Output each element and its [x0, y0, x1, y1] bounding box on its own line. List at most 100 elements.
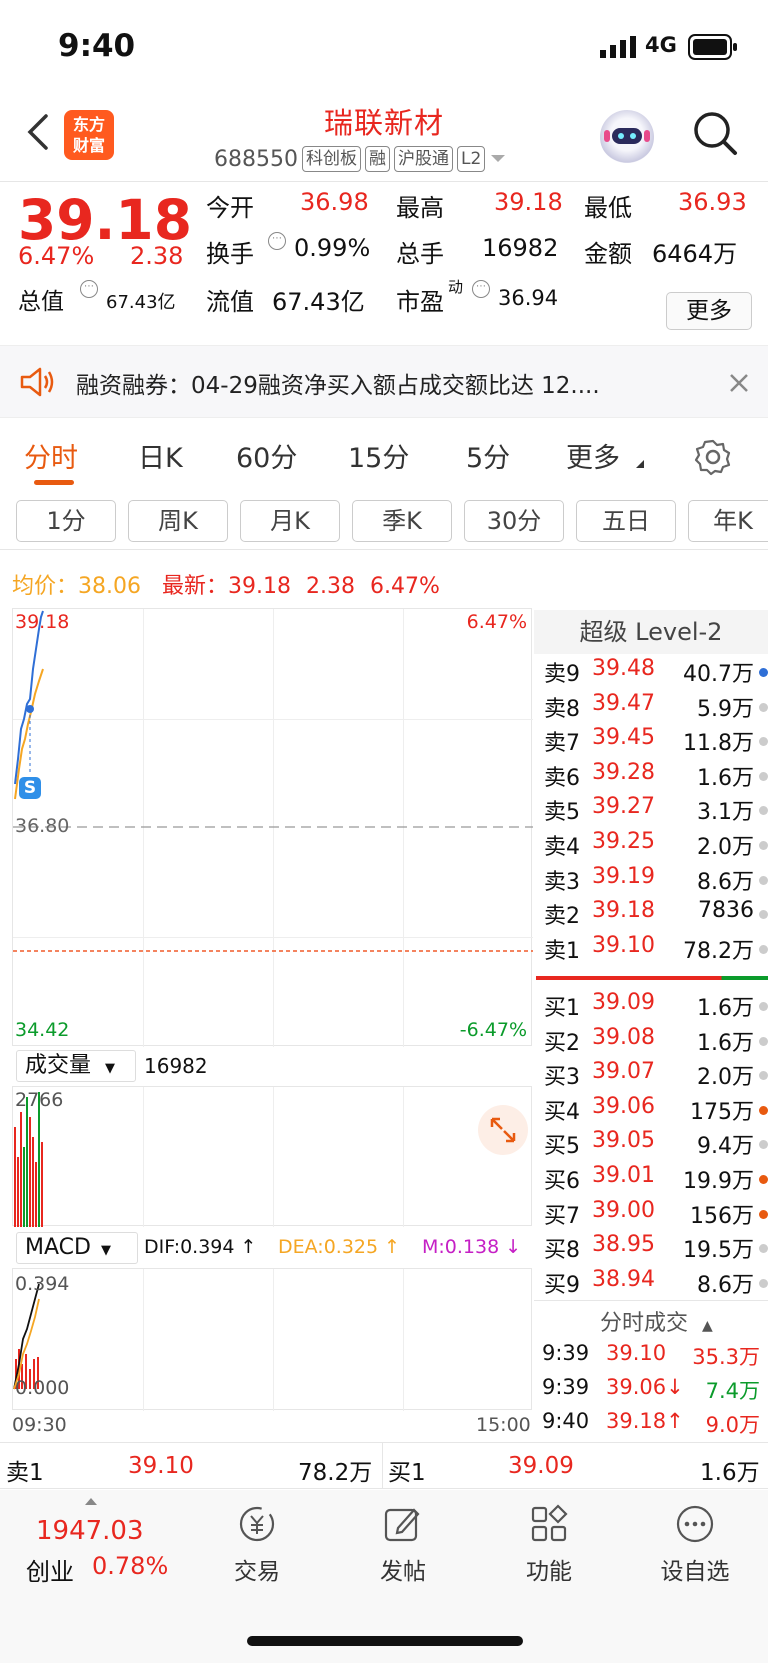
tab-15min[interactable]: 15分 — [348, 436, 409, 475]
bid-dot-icon — [759, 1244, 768, 1254]
ask-row[interactable]: 卖5 39.27 3.1万 — [544, 794, 768, 828]
bid-row[interactable]: 买1 39.09 1.6万 — [544, 990, 768, 1024]
chip-1min[interactable]: 1分 — [16, 500, 116, 542]
ask-dot-icon — [759, 771, 768, 781]
index-pct[interactable]: 0.78% — [92, 1552, 168, 1580]
bid-price: 39.09 — [592, 990, 655, 1015]
bid-level: 买5 — [544, 1134, 580, 1160]
macd-chart[interactable]: 0.394 0.000 — [12, 1268, 532, 1411]
s-badge-icon[interactable]: S — [19, 777, 41, 799]
tag-star-market: 科创板 — [301, 146, 361, 172]
bid-row[interactable]: 买4 39.06 175万 — [544, 1094, 768, 1128]
info-icon[interactable]: ⋯ — [268, 232, 286, 250]
ask-level: 卖7 — [544, 731, 580, 757]
more-button[interactable]: 更多 — [666, 292, 752, 330]
bid-row[interactable]: 买3 39.07 2.0万 — [544, 1059, 768, 1093]
pe-value: 36.94 — [498, 286, 559, 310]
price-chart[interactable]: S 39.18 6.47% 36.80 34.42 -6.47% — [12, 608, 533, 1047]
bid-price: 39.00 — [592, 1197, 655, 1223]
ask-row[interactable]: 卖2 39.18 7836 — [544, 898, 768, 932]
trade-row: 9:40 39.18↑ 9.0万 — [542, 1409, 766, 1437]
close-icon[interactable] — [728, 372, 750, 394]
tab-intraday[interactable]: 分时 — [24, 436, 78, 475]
bid-volume: 8.6万 — [697, 1272, 754, 1298]
latest-change: 2.38 — [306, 574, 355, 599]
info-icon[interactable]: ⋯ — [472, 280, 490, 298]
info-icon[interactable]: ⋯ — [80, 280, 98, 298]
float-value: 67.43亿 — [272, 288, 365, 316]
macd-selector[interactable]: MACD ▼ — [16, 1232, 138, 1264]
macd-dif: DIF:0.394 ↑ — [144, 1236, 257, 1258]
change-value: 2.38 — [130, 242, 184, 270]
pe-sup: 动 — [448, 278, 464, 296]
ask-row[interactable]: 卖4 39.25 2.0万 — [544, 829, 768, 863]
chevron-down-icon[interactable] — [489, 153, 507, 165]
volume-chart[interactable]: 2766 — [12, 1086, 532, 1227]
macd-top: 0.394 — [15, 1273, 70, 1295]
bid-row[interactable]: 买5 39.05 9.4万 — [544, 1128, 768, 1162]
chip-30min[interactable]: 30分 — [464, 500, 564, 542]
ask-row[interactable]: 卖1 39.10 78.2万 — [544, 933, 768, 967]
avg-value: 38.06 — [78, 574, 141, 599]
ask-price: 39.27 — [592, 794, 655, 820]
bid-row[interactable]: 买2 39.08 1.6万 — [544, 1025, 768, 1059]
ask-row[interactable]: 卖9 39.48 40.7万 — [544, 656, 768, 690]
chip-5day[interactable]: 五日 — [576, 500, 676, 542]
ask-volume: 2.0万 — [697, 835, 754, 860]
trade-volume: 7.4万 — [705, 1379, 760, 1403]
turnover-label: 换手 — [206, 240, 254, 268]
bid-dot-icon — [759, 1071, 768, 1081]
ask-volume: 1.6万 — [697, 765, 754, 791]
volume-max: 2766 — [15, 1089, 64, 1111]
ask-dot-icon — [759, 944, 768, 954]
more-dots-icon — [676, 1505, 714, 1543]
best-quote-bar: 卖1 39.10 78.2万 买1 39.09 1.6万 — [0, 1442, 768, 1489]
ask-row[interactable]: 卖3 39.19 8.6万 — [544, 864, 768, 898]
bid-row[interactable]: 买7 39.00 156万 — [544, 1198, 768, 1232]
ask-dot-icon — [759, 875, 768, 885]
expand-icon[interactable] — [478, 1105, 528, 1155]
tab-more[interactable]: 更多 — [566, 436, 620, 475]
bid-volume: 175万 — [690, 1099, 754, 1125]
quote-panel: 39.18 6.47% 2.38 总值 ⋯ 67.43亿 今开 36.98 最高… — [0, 182, 768, 346]
nav-functions[interactable]: 功能 — [494, 1504, 604, 1586]
ask-row[interactable]: 卖8 39.47 5.9万 — [544, 691, 768, 725]
tab-60min[interactable]: 60分 — [236, 436, 297, 475]
bid-row[interactable]: 买6 39.01 19.9万 — [544, 1163, 768, 1197]
chart-top-price: 39.18 — [15, 611, 70, 633]
gear-icon[interactable] — [694, 438, 732, 476]
robot-avatar-icon[interactable] — [600, 110, 654, 164]
low-label: 最低 — [584, 194, 632, 222]
high-label: 最高 — [396, 194, 444, 222]
ask-row[interactable]: 卖6 39.28 1.6万 — [544, 760, 768, 794]
index-value[interactable]: 1947.03 — [36, 1516, 144, 1546]
home-indicator[interactable] — [247, 1636, 523, 1646]
caret-up-icon[interactable] — [84, 1496, 98, 1506]
chip-yearly[interactable]: 年K — [688, 500, 768, 542]
ask-price: 39.45 — [592, 725, 655, 751]
chip-weekly[interactable]: 周K — [128, 500, 228, 542]
volume-value: 16982 — [482, 234, 559, 262]
index-name[interactable]: 创业 — [26, 1552, 74, 1587]
turnover-value: 0.99% — [294, 234, 371, 262]
chip-monthly[interactable]: 月K — [240, 500, 340, 542]
nav-add-watchlist[interactable]: 设自选 — [640, 1504, 750, 1586]
ask-level: 卖1 — [544, 938, 580, 964]
volume-selector[interactable]: 成交量 ▼ — [16, 1050, 136, 1082]
latest-value: 39.18 — [228, 574, 291, 599]
margin-notice[interactable]: 融资融券：04-29融资净买入额占成交额比达 12.... — [0, 346, 768, 418]
nav-post[interactable]: 发帖 — [348, 1504, 458, 1586]
tab-5min[interactable]: 5分 — [466, 436, 510, 475]
bid-row[interactable]: 买8 38.95 19.5万 — [544, 1232, 768, 1266]
chip-quarterly[interactable]: 季K — [352, 500, 452, 542]
tab-daily-k[interactable]: 日K — [138, 436, 183, 475]
nav-trade[interactable]: 交易 — [202, 1504, 312, 1586]
tick-trades[interactable]: 分时成交 ▲ 9:39 39.10 35.3万 9:39 39.06↓ 7.4万 9:40 39… — [534, 1300, 768, 1442]
ask-row[interactable]: 卖7 39.45 11.8万 — [544, 725, 768, 759]
bid-row[interactable]: 买9 38.94 8.6万 — [544, 1267, 768, 1301]
ask-level: 卖9 — [544, 662, 580, 687]
search-icon[interactable] — [690, 108, 740, 158]
trades-title: 分时成交 ▲ — [600, 1311, 713, 1336]
ask-dot-icon — [759, 668, 768, 677]
ask-volume: 8.6万 — [697, 869, 754, 895]
